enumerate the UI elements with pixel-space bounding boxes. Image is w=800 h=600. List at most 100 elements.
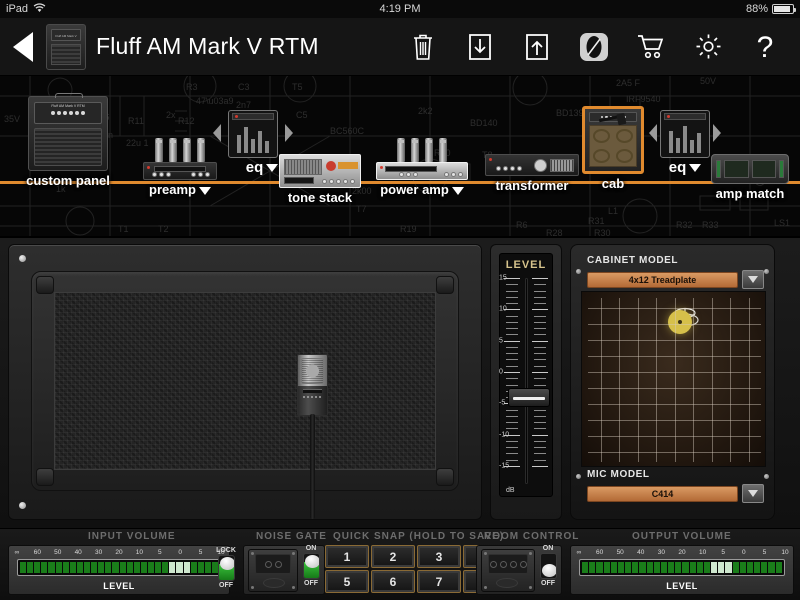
chain-node-custom-panel[interactable]: Fluff AM Mark V RTM custom panel <box>10 93 126 188</box>
grid-line <box>588 388 761 389</box>
eq-left-arrow-icon[interactable] <box>213 124 221 142</box>
cart-icon[interactable] <box>634 28 668 66</box>
chevron-down-icon[interactable] <box>198 186 211 195</box>
input-volume-title: INPUT VOLUME <box>88 531 176 542</box>
noise-gate-footswitch[interactable] <box>263 578 285 588</box>
level-tick <box>534 378 546 380</box>
trash-icon[interactable] <box>406 28 440 66</box>
chain-node-preamp[interactable]: preamp <box>130 136 230 197</box>
volume-segment <box>610 562 617 573</box>
volume-segment <box>646 562 653 573</box>
eq-right-arrow-icon[interactable] <box>285 124 293 142</box>
svg-text:LS1: LS1 <box>774 218 790 228</box>
screw-icon <box>764 269 769 274</box>
chain-node-transformer[interactable]: transformer <box>478 154 586 193</box>
svg-text:25V: 25V <box>262 76 278 78</box>
level-tick <box>506 422 518 424</box>
download-icon[interactable] <box>463 28 497 66</box>
noise-gate-toggle-body[interactable] <box>302 553 320 579</box>
cabinet-model-select[interactable]: 4x12 Treadplate <box>587 271 738 288</box>
upload-icon[interactable] <box>520 28 554 66</box>
quick-snap-button[interactable]: 1 <box>325 545 369 568</box>
volume-segment <box>27 562 34 573</box>
page-title: Fluff AM Mark V RTM <box>96 33 319 59</box>
level-tick <box>506 453 518 455</box>
input-volume-meter[interactable]: ∞ 60 50 40 30 20 10 5 0 5 10 LEVEL <box>8 545 230 595</box>
chain-node-tone-stack[interactable]: tone stack <box>274 154 366 205</box>
chevron-down-icon[interactable] <box>451 186 464 195</box>
level-tick-label: -10 <box>499 431 510 439</box>
svg-text:2x: 2x <box>166 110 176 120</box>
eq2-sliders <box>665 123 705 153</box>
mic-model-select[interactable]: C414 <box>587 485 738 502</box>
level-tick-label: 10 <box>499 305 507 313</box>
level-tick <box>506 315 518 317</box>
quick-snap-button[interactable]: 2 <box>371 545 415 568</box>
output-volume-meter[interactable]: ∞ 60 50 40 30 20 10 5 0 5 10 LEVEL <box>570 545 794 595</box>
room-control-toggle[interactable]: ON OFF <box>536 545 560 587</box>
tone-stack-display <box>338 162 358 169</box>
help-icon[interactable]: ? <box>748 28 782 66</box>
chain-node-cab[interactable]: cab <box>578 106 648 191</box>
level-tick <box>506 447 518 449</box>
input-volume-bar[interactable] <box>17 559 221 576</box>
svg-text:2k2: 2k2 <box>418 106 433 116</box>
volume-segment <box>197 562 204 573</box>
level-tick <box>534 422 546 424</box>
level-fader-handle[interactable] <box>508 388 550 408</box>
quick-snap-button[interactable]: 3 <box>417 545 461 568</box>
level-tick <box>532 278 548 279</box>
volume-scale-label: 5 <box>762 549 767 556</box>
back-button[interactable] <box>0 31 46 62</box>
svg-text:R6: R6 <box>516 220 528 230</box>
eq-header <box>232 113 274 120</box>
level-tick <box>506 334 518 336</box>
chain-label-power-amp-text: power amp <box>380 182 449 197</box>
output-volume-bar[interactable] <box>579 559 785 576</box>
level-tick <box>506 321 518 323</box>
chain-node-amp-match[interactable]: amp match <box>702 154 798 201</box>
gear-icon[interactable] <box>691 28 725 66</box>
room-control-footswitch[interactable] <box>496 578 518 588</box>
power-amp-tubes <box>368 136 476 162</box>
mic-placement-handle[interactable] <box>297 354 337 520</box>
eq-left-arrow-icon[interactable] <box>649 124 657 142</box>
volume-segment <box>169 562 176 573</box>
level-fader-track[interactable] <box>525 278 528 484</box>
preset-thumbnail[interactable]: Fluff AM Mark V RTM <box>46 23 86 70</box>
mic-position-grid[interactable] <box>581 291 766 467</box>
bypass-icon[interactable] <box>577 28 611 66</box>
level-tick <box>506 415 518 417</box>
level-tick <box>506 428 518 430</box>
room-control-toggle-body[interactable] <box>539 553 557 579</box>
chain-node-power-amp[interactable]: power amp <box>368 136 476 197</box>
volume-segment <box>746 562 754 573</box>
quick-snap-button[interactable]: 7 <box>417 570 461 593</box>
mic-position-handle[interactable] <box>668 309 693 334</box>
cabinet-model-dropdown-button[interactable] <box>742 270 764 289</box>
eq-graphic <box>228 110 278 158</box>
cabinet-face-panel <box>8 244 482 520</box>
volume-segment <box>83 562 91 573</box>
input-lock-toggle[interactable]: LOCK OFF <box>214 547 238 589</box>
chevron-down-icon[interactable] <box>689 164 702 173</box>
eq2-header <box>664 113 706 120</box>
volume-segment <box>682 562 689 573</box>
noise-gate-toggle[interactable]: ON OFF <box>299 545 323 587</box>
quick-snap-button[interactable]: 6 <box>371 570 415 593</box>
mic-model-dropdown-button[interactable] <box>742 484 764 503</box>
bottom-control-bar: INPUT VOLUME ∞ 60 50 40 30 20 10 5 0 5 10 LEVEL LO… <box>0 528 800 600</box>
noise-gate-label-on: ON <box>305 545 317 552</box>
volume-segment <box>639 562 646 573</box>
cabinet-grille-cloth[interactable] <box>54 292 436 470</box>
volume-segment <box>725 562 732 573</box>
lock-toggle-body[interactable] <box>217 555 235 581</box>
eq-right-arrow-icon[interactable] <box>713 124 721 142</box>
volume-segment <box>119 562 126 573</box>
noise-gate-pedal[interactable] <box>248 549 298 592</box>
quick-snap-button[interactable]: 5 <box>325 570 369 593</box>
level-tick <box>534 415 546 417</box>
noise-gate-label-off: OFF <box>304 580 318 587</box>
output-volume-title: OUTPUT VOLUME <box>632 531 732 542</box>
room-control-pedal[interactable] <box>481 549 535 592</box>
